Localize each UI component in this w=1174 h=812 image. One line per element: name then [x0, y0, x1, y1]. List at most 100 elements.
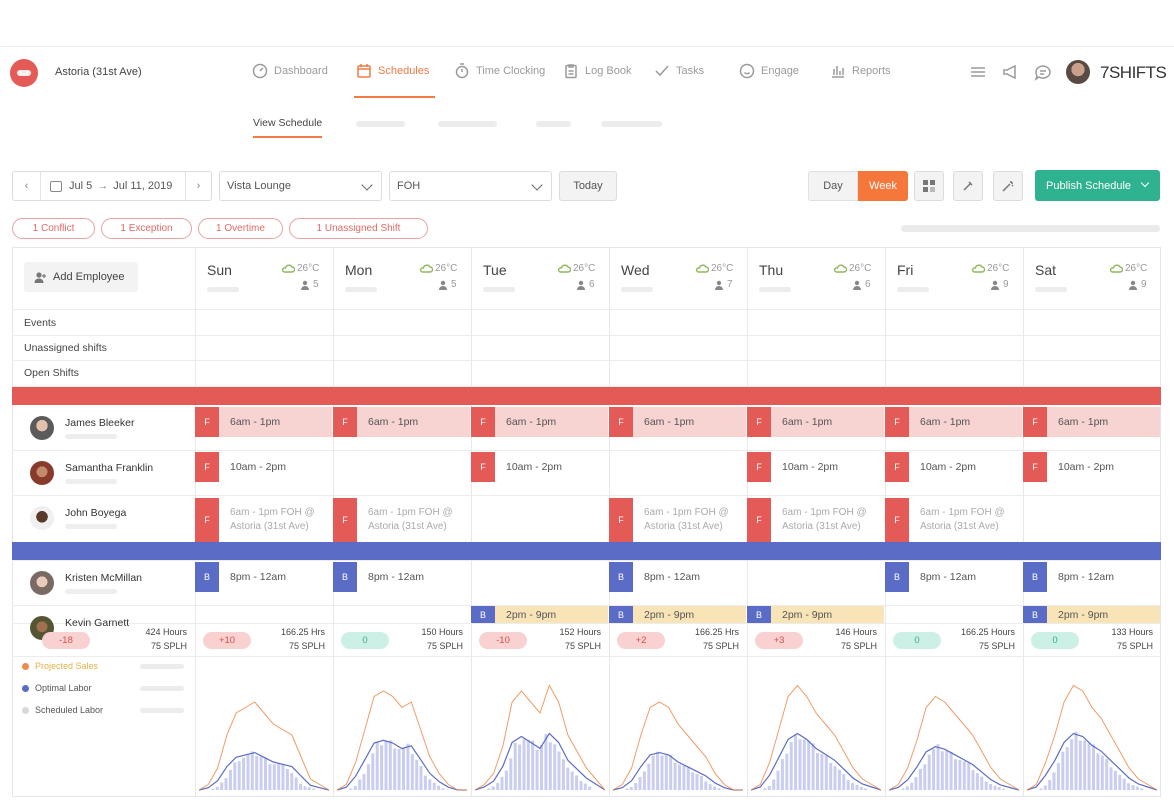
employee-name[interactable]: Samantha Franklin	[65, 462, 153, 474]
view-day-button[interactable]: Day	[808, 171, 858, 201]
restaurant-logo[interactable]	[10, 59, 38, 87]
shift-block[interactable]: F 6am - 1pm FOH @ Astoria (31st Ave)	[885, 498, 1022, 542]
day-header-tue[interactable]: Tue	[483, 262, 507, 278]
date-range-picker[interactable]: ‹ Jul 5 → Jul 11, 2019 ›	[12, 171, 212, 201]
shift-block[interactable]: B 2pm - 9pm	[609, 606, 746, 623]
location-select[interactable]: Vista Lounge	[219, 171, 382, 201]
shift-block[interactable]: F 6am - 1pm	[195, 407, 332, 437]
shift-block[interactable]: F 6am - 1pm	[885, 407, 1022, 437]
day-header-mon[interactable]: Mon	[345, 262, 372, 278]
day-header-thu[interactable]: Thu	[759, 262, 783, 278]
subtab-placeholder[interactable]	[536, 121, 571, 127]
shift-block[interactable]: F 6am - 1pm FOH @ Astoria (31st Ave)	[747, 498, 884, 542]
scheduled-labor-bar	[708, 784, 712, 790]
shift-block[interactable]: F 6am - 1pm	[747, 407, 884, 437]
unassigned-shift-pill[interactable]: 1 Unassigned Shift	[289, 218, 428, 239]
employee-name[interactable]: Kristen McMillan	[65, 572, 142, 584]
shift-time: 6am - 1pm FOH @ Astoria (31st Ave)	[782, 507, 867, 532]
scheduled-labor-bar	[264, 757, 267, 790]
scheduled-labor-bar	[837, 769, 841, 790]
nav-tasks[interactable]: Tasks	[654, 60, 710, 96]
shift-block[interactable]: F 6am - 1pm	[609, 407, 746, 437]
day-header-fri[interactable]: Fri	[897, 262, 913, 278]
day-temperature: 26°C	[297, 262, 320, 274]
shift-block[interactable]: F 6am - 1pm	[1023, 407, 1160, 437]
shift-block[interactable]: B 8pm - 12am	[195, 562, 332, 592]
shift-block[interactable]: F 6am - 1pm	[471, 407, 608, 437]
staff-count: 5	[438, 279, 457, 290]
scheduled-labor-bar	[949, 751, 953, 790]
scheduled-labor-bar	[272, 764, 276, 790]
department-select[interactable]: FOH	[389, 171, 552, 201]
scheduled-labor-bar	[859, 787, 863, 790]
nav-reports[interactable]: Reports	[830, 60, 897, 96]
shift-block[interactable]: F 10am - 2pm	[1023, 452, 1160, 482]
legend-placeholder	[140, 708, 184, 713]
shift-block[interactable]: B 2pm - 9pm	[1023, 606, 1160, 623]
scheduled-labor-bar	[579, 781, 583, 790]
scheduled-labor-bar	[816, 753, 819, 790]
shift-block[interactable]: F 10am - 2pm	[885, 452, 1022, 482]
shift-block[interactable]: F 10am - 2pm	[471, 452, 608, 482]
tools-icon[interactable]	[953, 171, 983, 201]
location-name[interactable]: Astoria (31st Ave)	[55, 66, 142, 78]
shift-block[interactable]: B 8pm - 12am	[885, 562, 1022, 592]
stopwatch-icon	[455, 63, 469, 79]
nav-log-book[interactable]: Log Book	[563, 60, 637, 96]
scheduled-labor-bar	[989, 784, 993, 790]
scheduled-labor-bar	[535, 749, 539, 790]
employee-name[interactable]: James Bleeker	[65, 417, 134, 429]
nav-time-clocking[interactable]: Time Clocking	[454, 60, 551, 96]
prev-week-icon[interactable]: ‹	[13, 172, 41, 200]
scheduled-labor-bar	[1039, 788, 1043, 790]
weather: 26°C	[971, 262, 1009, 274]
shift-block[interactable]: B 8pm - 12am	[609, 562, 746, 592]
weather: 26°C	[281, 262, 319, 274]
grid-view-icon[interactable]	[914, 171, 944, 201]
shift-block[interactable]: F 6am - 1pm FOH @ Astoria (31st Ave)	[333, 498, 470, 542]
today-button[interactable]: Today	[559, 171, 617, 201]
day-header-sun[interactable]: Sun	[207, 262, 232, 278]
menu-icon[interactable]	[968, 62, 988, 82]
employee-avatar[interactable]	[30, 571, 54, 595]
employee-name[interactable]: John Boyega	[65, 507, 126, 519]
shift-block[interactable]: F 6am - 1pm FOH @ Astoria (31st Ave)	[195, 498, 332, 542]
scheduled-labor-bar	[349, 788, 353, 790]
magic-wand-icon[interactable]	[993, 171, 1023, 201]
shift-block[interactable]: F 10am - 2pm	[747, 452, 884, 482]
employee-avatar[interactable]	[30, 461, 54, 485]
day-header-wed[interactable]: Wed	[621, 262, 650, 278]
day-splh: 75 SPLH	[288, 641, 325, 651]
scheduled-labor-bar	[958, 760, 962, 790]
subtab-placeholder[interactable]	[356, 121, 405, 127]
employee-avatar[interactable]	[30, 506, 54, 530]
shift-block[interactable]: F 6am - 1pm FOH @ Astoria (31st Ave)	[609, 498, 746, 542]
shift-block[interactable]: B 8pm - 12am	[333, 562, 470, 592]
tab-view-schedule[interactable]: View Schedule	[253, 117, 323, 138]
exception-pill[interactable]: 1 Exception	[101, 218, 192, 239]
shift-block[interactable]: B 2pm - 9pm	[747, 606, 884, 623]
megaphone-icon[interactable]	[1001, 62, 1021, 82]
next-week-icon[interactable]: ›	[185, 172, 211, 200]
overtime-pill[interactable]: 1 Overtime	[198, 218, 283, 239]
scheduled-labor-bar	[651, 755, 655, 790]
nav-dashboard[interactable]: Dashboard	[252, 60, 334, 96]
publish-schedule-button[interactable]: Publish Schedule	[1035, 170, 1160, 201]
shift-block[interactable]: B 2pm - 9pm	[471, 606, 608, 623]
day-header-sat[interactable]: Sat	[1035, 262, 1056, 278]
employee-avatar[interactable]	[30, 416, 54, 440]
nav-schedules[interactable]: Schedules	[354, 60, 436, 98]
shift-block[interactable]: F 6am - 1pm	[333, 407, 470, 437]
conflict-pill[interactable]: 1 Conflict	[12, 218, 95, 239]
user-avatar[interactable]	[1066, 60, 1090, 84]
nav-engage[interactable]: Engage	[739, 60, 805, 96]
view-week-button[interactable]: Week	[858, 171, 908, 201]
subtab-placeholder[interactable]	[601, 121, 662, 127]
role-tag: B	[747, 606, 771, 623]
staff-count-value: 6	[865, 279, 871, 290]
add-employee-button[interactable]: Add Employee	[24, 262, 138, 292]
subtab-placeholder[interactable]	[438, 121, 497, 127]
shift-block[interactable]: B 8pm - 12am	[1023, 562, 1160, 592]
chat-icon[interactable]	[1033, 62, 1053, 82]
shift-block[interactable]: F 10am - 2pm	[195, 452, 332, 482]
